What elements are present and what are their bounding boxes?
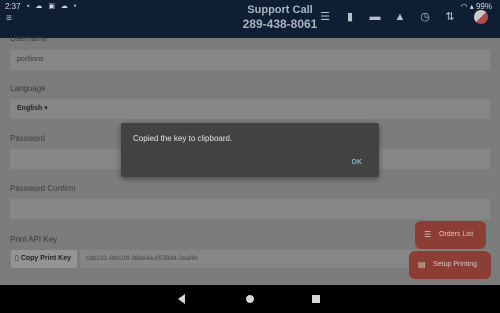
setup-printing-label: Setup Printing (433, 261, 477, 268)
recents-icon[interactable] (312, 295, 320, 303)
dialog-ok-button[interactable]: OK (352, 159, 363, 166)
orders-list-button[interactable]: ☰ Orders List (415, 221, 486, 249)
battery-indicator: ◠ ▴ 99% (461, 2, 492, 11)
clipboard-dialog: Copied the key to clipboard. OK (121, 123, 379, 177)
language-label: Language (10, 84, 46, 93)
wifi-icon: ◠ ▴ (460, 2, 476, 11)
header-nav: ☰ ▮ ▬ ▲ ◷ ⇅ (318, 10, 457, 24)
book-icon[interactable]: ▮ (343, 10, 357, 24)
home-icon[interactable] (246, 295, 254, 303)
hamburger-icon[interactable]: ≡ (6, 14, 12, 24)
back-icon[interactable] (178, 294, 185, 304)
clipboard-icon: ▯ (15, 255, 19, 262)
password-confirm-field[interactable] (10, 199, 490, 219)
printer-icon: ▤ (418, 260, 426, 269)
username-field[interactable]: portlions (10, 50, 490, 70)
sort-icon[interactable]: ⇅ (443, 10, 457, 24)
username-label: Username (10, 34, 47, 43)
graduation-cap-icon[interactable]: ▲ (393, 10, 407, 24)
language-select[interactable]: English ▾ (10, 99, 490, 119)
system-nav-bar (0, 285, 500, 313)
language-value: English (17, 105, 43, 112)
card-icon[interactable]: ▬ (368, 10, 382, 24)
dropdown-arrow-icon: ▾ (44, 105, 48, 112)
dialog-message: Copied the key to clipboard. (133, 134, 233, 143)
setup-printing-button[interactable]: ▤ Setup Printing (409, 251, 491, 279)
copy-print-key-label: Copy Print Key (20, 255, 71, 262)
list-icon: ☰ (424, 230, 432, 239)
password-confirm-label: Password Confirm (10, 184, 76, 193)
orders-list-label: Orders List (439, 231, 474, 238)
print-api-key-label: Print API Key (10, 235, 58, 244)
app-bar: 2:37 ▪ ☁ ▣ ☁ • ◠ ▴ 99% ≡ Support Call 28… (0, 0, 500, 38)
avatar[interactable] (474, 10, 488, 24)
clock-icon[interactable]: ◷ (418, 10, 432, 24)
copy-print-key-button[interactable]: ▯ Copy Print Key (11, 250, 77, 268)
status-time: 2:37 (5, 2, 21, 11)
password-label: Password (10, 134, 46, 143)
notification-icons: ▪ ☁ ▣ ☁ • (27, 3, 79, 10)
list-icon[interactable]: ☰ (318, 10, 332, 24)
